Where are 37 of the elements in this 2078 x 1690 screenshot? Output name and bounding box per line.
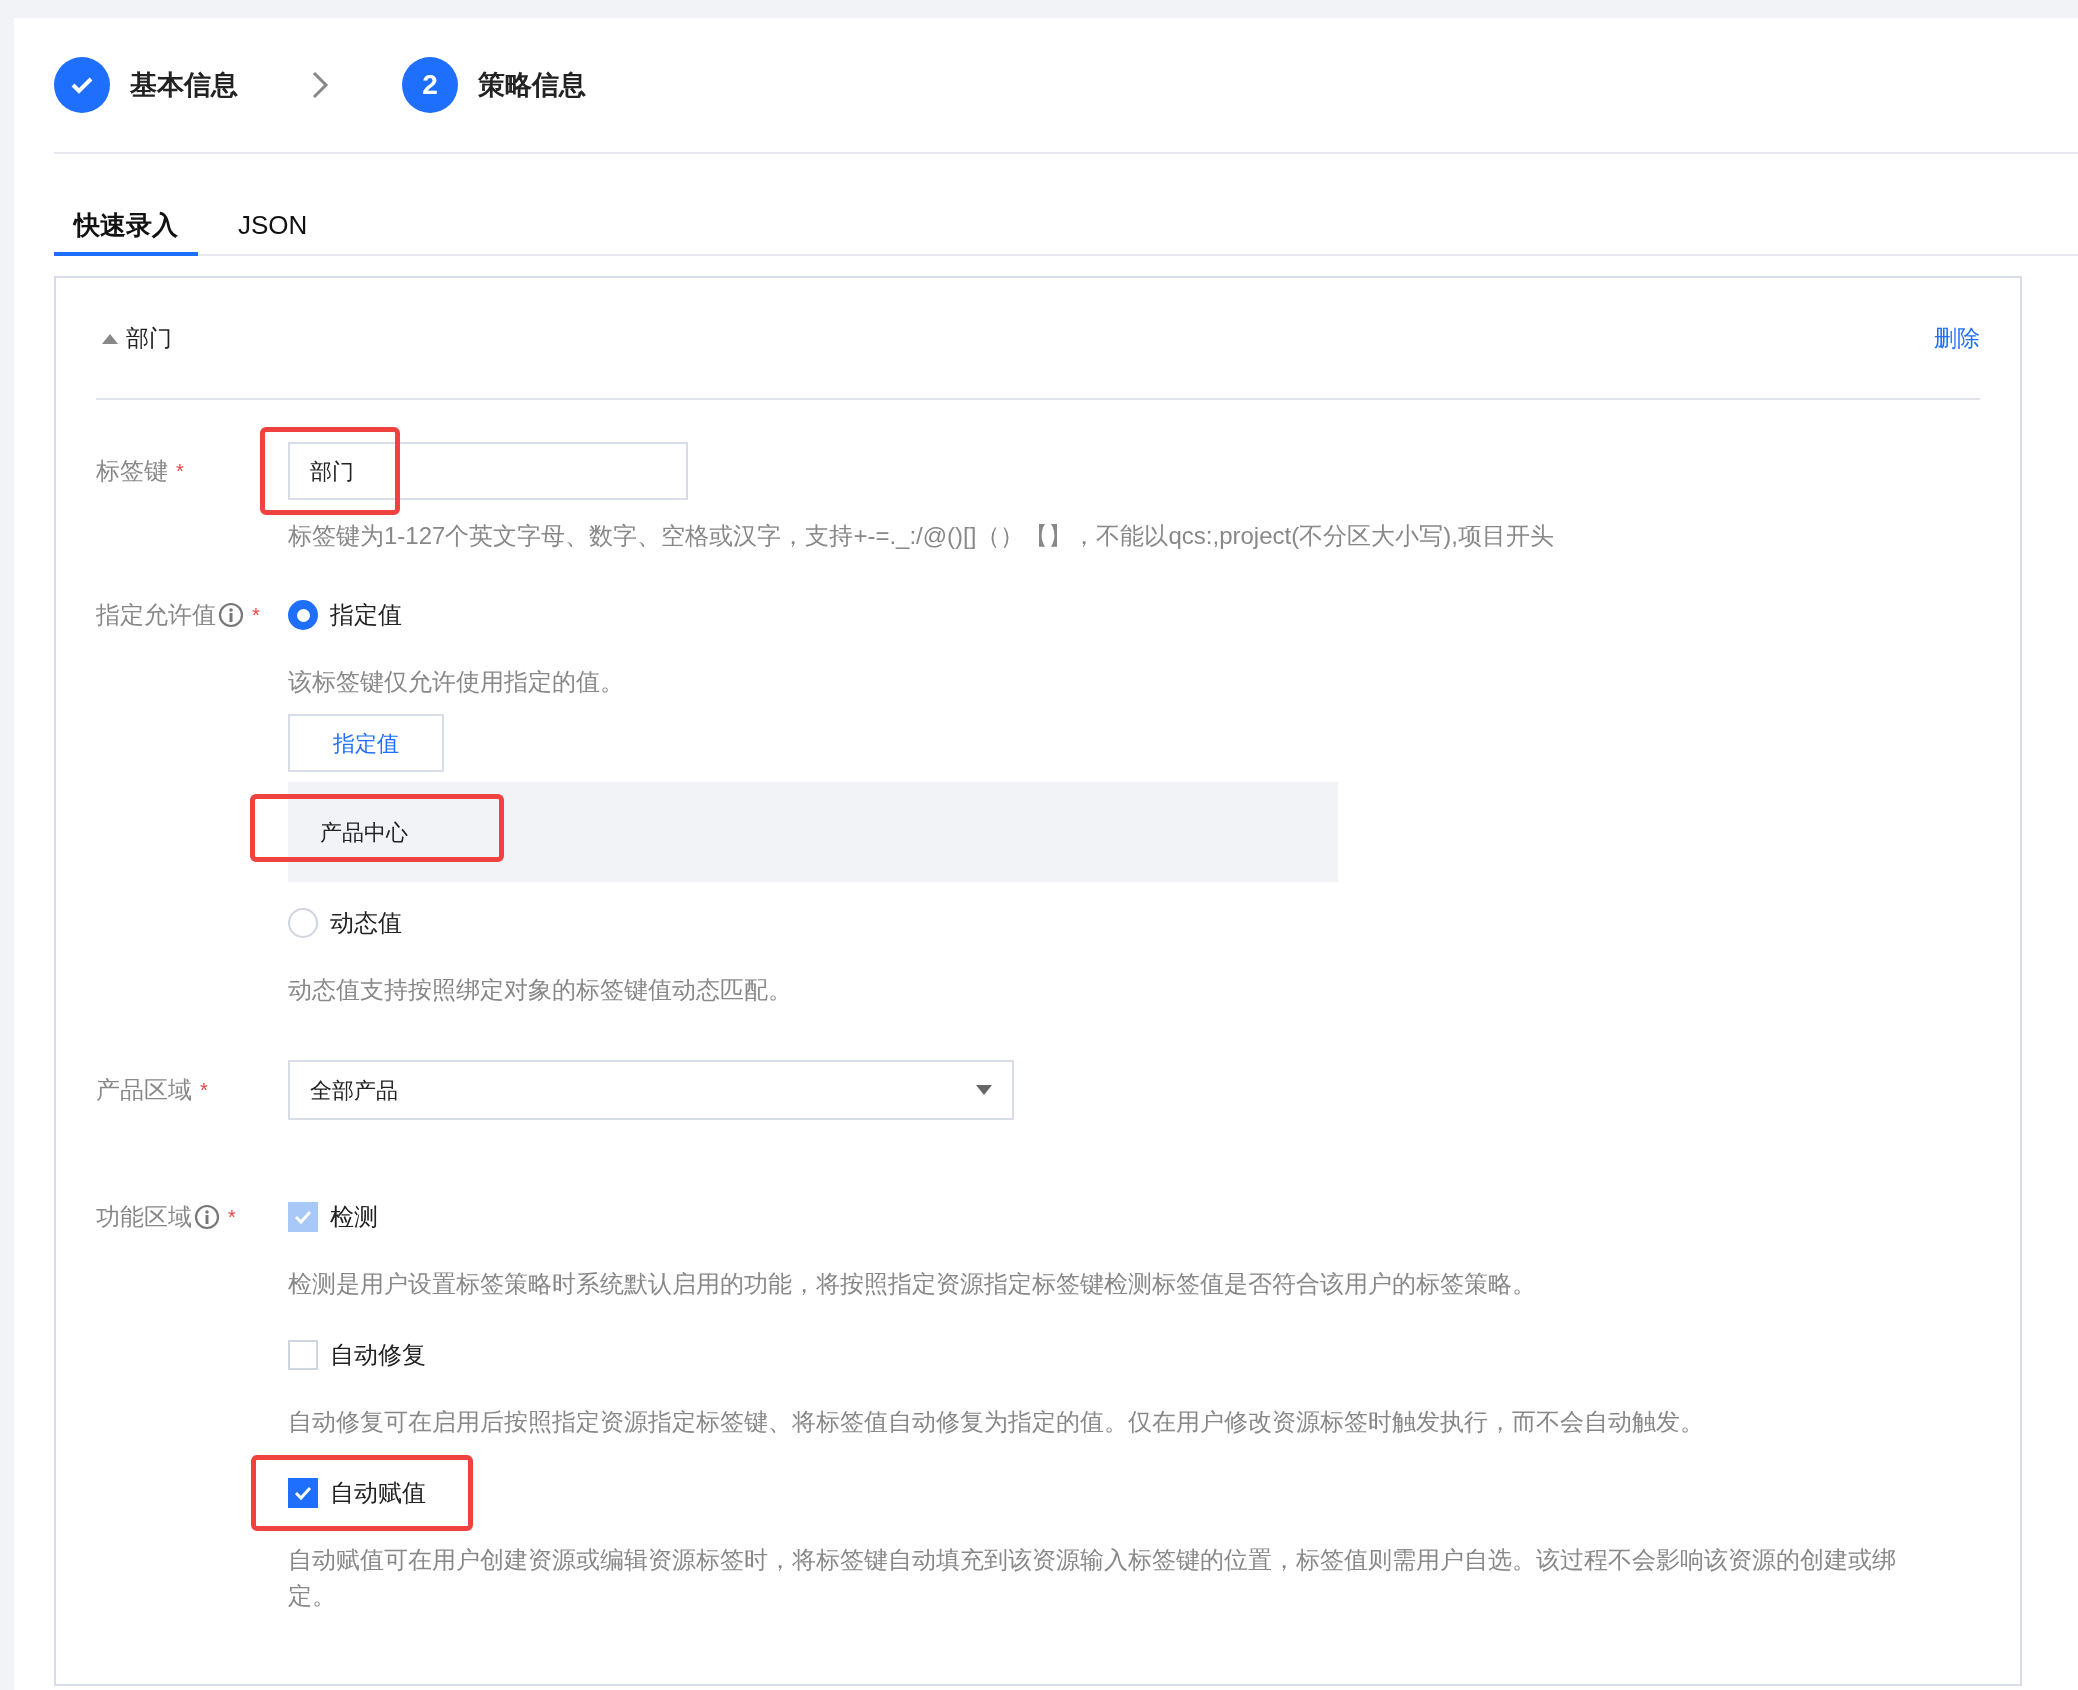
info-icon — [194, 1204, 220, 1230]
dropdown-caret-icon — [976, 1085, 992, 1095]
delete-link[interactable]: 删除 — [1934, 320, 1980, 356]
radio-label[interactable]: 指定值 — [330, 597, 402, 633]
field-label: 产品区域 — [96, 1075, 192, 1105]
checkbox-label[interactable]: 自动赋值 — [330, 1475, 426, 1511]
tag-key-field[interactable]: 部门 — [288, 442, 688, 500]
checkbox[interactable] — [288, 1340, 318, 1370]
specify-value-button[interactable]: 指定值 — [288, 714, 444, 772]
option-description: 自动修复可在启用后按照指定资源指定标签键、将标签值自动修复为指定的值。仅在用户修改资源标签时触发执行，而不会自动触发。 — [288, 1407, 1705, 1437]
info-icon — [218, 602, 244, 628]
product-area-select[interactable]: 全部产品 — [288, 1060, 1014, 1120]
required-mark: * — [252, 603, 260, 628]
field-hint: 标签键为1-127个英文字母、数字、空格或汉字，支持+-=._:/@()[]（）【】，不能以qcs:,project(不分区大小写),项目开头 — [288, 521, 1554, 551]
step-label: 策略信息 — [478, 68, 586, 102]
step-number: 2 — [402, 57, 458, 113]
option-description: 检测是用户设置标签策略时系统默认启用的功能，将按照指定资源指定标签键检测标签值是否符合该用户的标签策略。 — [288, 1269, 1537, 1299]
tab[interactable]: JSON — [218, 198, 328, 256]
field-label: 标签键 — [96, 456, 168, 486]
radio-button[interactable] — [288, 908, 318, 938]
radio-button[interactable] — [288, 600, 318, 630]
option-description: 动态值支持按照绑定对象的标签键值动态匹配。 — [288, 975, 793, 1005]
checkbox[interactable] — [288, 1478, 318, 1508]
required-mark: * — [176, 459, 184, 484]
section-title: 部门 — [126, 323, 172, 353]
field-label: 指定允许值 — [96, 600, 216, 630]
chevron-right-icon — [310, 70, 330, 100]
tab[interactable]: 快速录入 — [54, 198, 198, 256]
option-description: 该标签键仅允许使用指定的值。 — [288, 667, 625, 697]
required-mark: * — [200, 1078, 208, 1103]
step-label: 基本信息 — [130, 68, 238, 102]
required-mark: * — [228, 1205, 236, 1230]
field-label: 功能区域 — [96, 1202, 192, 1232]
checkbox-label[interactable]: 自动修复 — [330, 1337, 426, 1373]
value-tag: 产品中心 — [320, 819, 408, 845]
radio-label[interactable]: 动态值 — [330, 905, 402, 941]
option-description: 自动赋值可在用户创建资源或编辑资源标签时，将标签键自动填充到该资源输入标签键的位置，标签值则需用户自选。该过程不会影响该资源的创建或绑定。 — [288, 1545, 1897, 1611]
